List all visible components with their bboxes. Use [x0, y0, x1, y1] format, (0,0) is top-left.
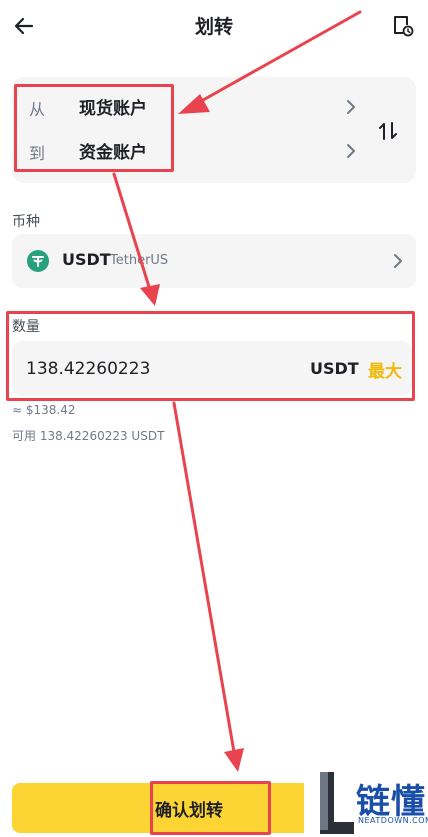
from-account-name: 现货账户 [79, 99, 147, 119]
amount-input[interactable] [26, 359, 276, 379]
chevron-right-icon [347, 100, 355, 114]
brand-name-en: NEATDOWN.COM [358, 816, 428, 825]
document-clock-icon [394, 16, 414, 37]
amount-field: USDT 最大 [12, 341, 412, 396]
amount-unit: USDT [310, 359, 359, 378]
page-title: 划转 [194, 16, 233, 38]
annotation-arrow-3 [172, 401, 236, 754]
tether-logo-icon [27, 250, 49, 272]
chevron-right-icon [347, 144, 355, 158]
chevron-right-icon [394, 254, 402, 268]
coin-symbol: USDT [62, 250, 111, 269]
coin-selector[interactable]: USDT TetherUS [12, 234, 416, 288]
from-account-row[interactable]: 从 现货账户 [12, 87, 372, 127]
max-button[interactable]: 最大 [368, 357, 402, 382]
history-button[interactable] [388, 11, 418, 41]
swap-vertical-icon [379, 122, 397, 140]
amount-label: 数量 [12, 319, 40, 335]
brand-watermark: 链懂 NEATDOWN.COM [314, 768, 428, 837]
account-card: 从 现货账户 到 资金账户 [12, 77, 416, 183]
confirm-transfer-button[interactable]: 确认划转 [12, 783, 304, 833]
usd-estimate: ≈ $138.42 [12, 403, 76, 417]
brand-logo [320, 772, 354, 834]
to-account-name: 资金账户 [79, 143, 147, 163]
from-prefix: 从 [29, 100, 46, 119]
annotation-arrowhead-3 [224, 748, 244, 772]
swap-accounts-button[interactable] [374, 117, 402, 145]
top-bar: 划转 [0, 0, 428, 52]
confirm-transfer-label: 确认划转 [155, 800, 223, 821]
coin-label: 币种 [12, 214, 40, 230]
to-account-row[interactable]: 到 资金账户 [12, 131, 372, 171]
available-balance: 可用 138.42260223 USDT [12, 429, 165, 443]
coin-full-name: TetherUS [110, 253, 169, 268]
to-prefix: 到 [29, 144, 46, 163]
